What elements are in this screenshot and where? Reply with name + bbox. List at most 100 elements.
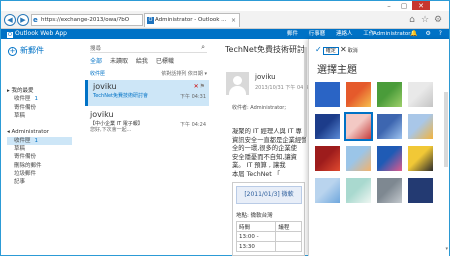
theme-red-tile[interactable] <box>315 146 340 171</box>
plus-icon: + <box>8 47 17 56</box>
theme-yellow-tile[interactable] <box>408 146 433 171</box>
search-input[interactable]: 搜尋 ⌕ <box>90 43 207 53</box>
maximize-button[interactable]: ▢ <box>397 1 411 10</box>
gear-icon[interactable]: ⚙ <box>433 15 443 25</box>
folder-item[interactable]: 收件匣 1 <box>7 95 72 103</box>
list-header: 收件匣 依對話排列 依日期 ▾ <box>90 70 207 77</box>
reading-date: 2013/10/31 下午 04:31 <box>255 85 312 91</box>
theme-blue-tile[interactable] <box>315 82 340 107</box>
new-mail-button[interactable]: + 新郵件 <box>8 45 44 56</box>
address-bar[interactable]: e https://exchange-2013/owa/?bO <box>31 14 143 26</box>
folder-label: 記事 <box>14 179 26 186</box>
filter-to-me[interactable]: 給我 <box>136 58 148 65</box>
folder-item[interactable]: 草稿 <box>7 112 72 120</box>
filter-unread[interactable]: 未讀取 <box>110 58 128 65</box>
reading-scrollbar[interactable] <box>304 47 307 137</box>
message-sender: joviku <box>90 110 114 119</box>
forward-button[interactable]: ▶ <box>17 14 29 26</box>
theme-petals-tile[interactable] <box>344 112 373 141</box>
user-menu[interactable]: Administrator ▾ <box>373 30 415 38</box>
theme-dots-tile[interactable] <box>408 82 433 107</box>
folder-item[interactable]: 刪除的郵件 <box>7 162 72 170</box>
message-sender: joviku <box>93 82 117 91</box>
close-window-button[interactable]: ✕ <box>412 1 430 10</box>
search-placeholder: 搜尋 <box>90 46 102 52</box>
minimize-button[interactable]: – <box>382 1 396 10</box>
message-actions[interactable]: ✕⚑ <box>194 83 206 90</box>
folder-item[interactable]: 寄件備份 <box>7 104 72 112</box>
theme-circuit-tile[interactable] <box>377 114 402 139</box>
filter-all[interactable]: 全部 <box>90 58 102 65</box>
table-cell: 時間 <box>235 221 277 232</box>
list-section-label: 收件匣 <box>90 71 106 77</box>
nav-calendar[interactable]: 行事曆 <box>309 31 326 37</box>
ok-label: 確定 <box>322 47 339 55</box>
scroll-down-icon[interactable]: ▾ <box>445 246 448 252</box>
folder-item[interactable]: 寄件備份 <box>7 153 72 161</box>
back-button[interactable]: ◀ <box>4 14 16 26</box>
home-icon[interactable]: ⌂ <box>407 15 417 25</box>
theme-gray-tile[interactable] <box>377 178 402 203</box>
table-cell: 13:30 <box>235 241 277 252</box>
folder-label: ◂ Administrator <box>7 129 50 136</box>
to-value[interactable]: Administrator; <box>250 105 286 111</box>
table-row: 13:30 <box>235 241 302 252</box>
body-line: 凝聚的 IT 經理人與 IT 專 <box>232 128 302 135</box>
theme-leaves-tile[interactable] <box>377 82 402 107</box>
theme-leaf-light-tile[interactable] <box>346 178 371 203</box>
theme-navy-tile[interactable] <box>408 178 433 203</box>
message-time: 下午 04:24 <box>180 122 206 128</box>
folder-group[interactable]: ▸ 我的最愛 <box>7 87 72 95</box>
flag-icon[interactable]: ⚑ <box>200 83 206 90</box>
reading-embedded-content: [2011/01/3] 微軟 地點: 微軟台灣 時間 議程 13:00 -13:30 <box>232 182 305 256</box>
body-line: 業。 IT 預算 , 讓我 <box>232 162 286 170</box>
star-icon[interactable]: ☆ <box>420 15 430 25</box>
cancel-label: 取消 <box>347 48 358 54</box>
filter-flagged[interactable]: 已標幟 <box>156 58 174 65</box>
table-row: 時間 議程 <box>235 221 302 232</box>
folder-item[interactable]: 垃圾郵件 <box>7 170 72 178</box>
cancel-x-icon: ✕ <box>340 45 347 54</box>
table-cell <box>275 241 302 252</box>
unread-count: 1 <box>34 96 39 103</box>
nav-people[interactable]: 連絡人 <box>336 31 353 37</box>
folder-list: ▸ 我的最愛 收件匣 1 寄件備份 草稿 ◂ Administrator 收件匣 1 草稿 寄件備… <box>7 87 72 187</box>
theme-cartoon-tile[interactable] <box>408 114 433 139</box>
tab-title: Administrator - Outlook ... <box>155 17 227 23</box>
folder-group[interactable]: ◂ Administrator <box>7 128 72 136</box>
browser-toolbar: ◀ ▶ e https://exchange-2013/owa/?bO O Ad… <box>1 11 449 29</box>
folder-label: 垃圾郵件 <box>14 170 37 177</box>
tab-close-icon[interactable]: × <box>231 14 236 27</box>
nav-mail[interactable]: 郵件 <box>287 31 298 37</box>
message-item[interactable]: joviku ✕⚑ TechNet免費技術研討會 下午 04:31 <box>85 80 209 106</box>
body-line: 本屆 TechNet 「 <box>232 170 281 178</box>
reading-body: 凝聚的 IT 經理人與 IT 專資訊安全一直都是企業經營 全的一環,很多的企業使安… <box>232 128 306 180</box>
checkmark-icon: ✓ <box>315 45 322 54</box>
folder-item[interactable]: 收件匣 1 <box>7 136 72 146</box>
to-label: 收件者: <box>232 105 249 111</box>
message-time: 下午 04:31 <box>180 94 206 100</box>
folder-item[interactable]: 記事 <box>7 178 72 186</box>
theme-flowers-tile[interactable] <box>346 82 371 107</box>
reading-recipients: 收件者: Administrator; <box>232 104 286 111</box>
sort-menu[interactable]: 依對話排列 依日期 ▾ <box>161 70 207 77</box>
theme-stripes-tile[interactable] <box>346 146 371 171</box>
owa-logo[interactable]: O Outlook Web App <box>7 30 67 38</box>
theme-pixel-tile[interactable] <box>315 114 340 139</box>
cancel-button[interactable]: ✕取消 <box>340 45 358 54</box>
header-icons[interactable]: 🔔 ⚙ ? <box>410 30 445 38</box>
folder-item[interactable]: 草稿 <box>7 145 72 153</box>
address-text: https://exchange-2013/owa/?bO <box>41 17 130 23</box>
event-banner: [2011/01/3] 微軟 <box>236 186 302 204</box>
ok-button[interactable]: ✓ 確定 <box>315 45 339 55</box>
search-icon[interactable]: ⌕ <box>201 43 205 52</box>
message-preview: 您好,下次會一起... <box>90 127 132 133</box>
theme-sky-tile[interactable] <box>315 178 340 203</box>
browser-tab-outlook[interactable]: O Administrator - Outlook ... × <box>144 13 240 27</box>
theme-pink-blue-tile[interactable] <box>377 146 402 171</box>
agenda-table: 時間 議程 13:00 -13:30 <box>235 221 302 252</box>
message-item[interactable]: joviku 【中小企業 IT 電子報】 您好,下次會一起... 下午 04:2… <box>85 108 209 134</box>
panel-scrollbar[interactable] <box>444 92 448 167</box>
reading-sender[interactable]: joviku <box>255 73 276 81</box>
table-cell: 13:00 - <box>235 231 277 242</box>
